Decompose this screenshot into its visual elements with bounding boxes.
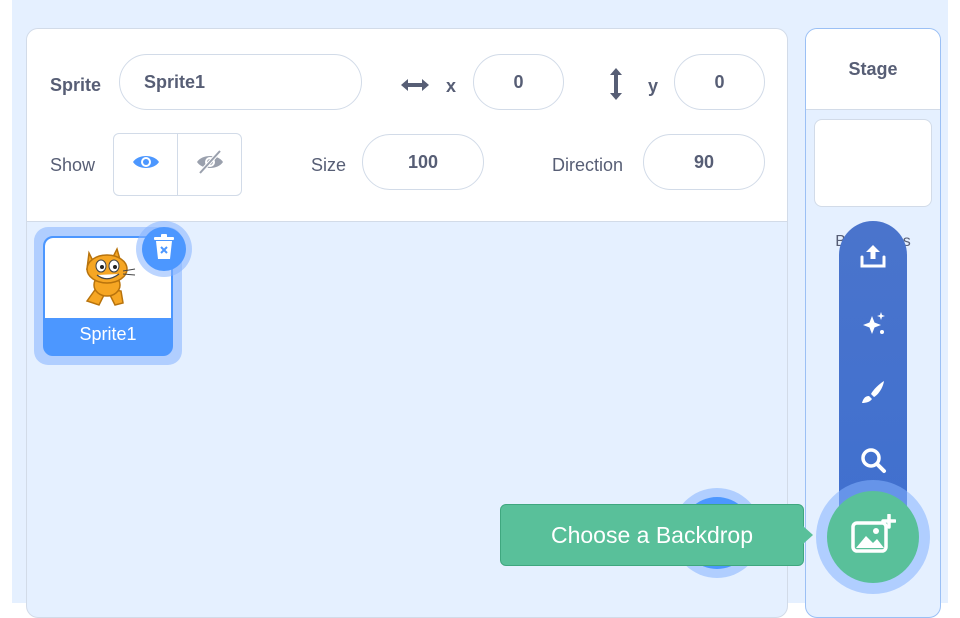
choose-backdrop-highlight	[816, 480, 930, 594]
add-backdrop-icon	[850, 512, 897, 561]
show-toggle-group	[113, 133, 242, 196]
delete-sprite-button[interactable]	[142, 227, 186, 271]
surprise-icon	[859, 310, 887, 343]
delete-sprite-highlight	[136, 221, 192, 277]
stage-thumbnail[interactable]	[814, 119, 932, 207]
y-input[interactable]: 0	[674, 54, 765, 110]
show-visible-button[interactable]	[114, 134, 177, 195]
vertical-arrows-icon	[606, 67, 626, 106]
y-label: y	[648, 76, 659, 96]
x-label: x	[446, 76, 457, 96]
direction-label: Direction	[552, 155, 624, 175]
paint-backdrop-button[interactable]	[839, 369, 907, 419]
size-label: Size	[311, 155, 347, 175]
paint-icon	[859, 378, 887, 411]
search-icon	[859, 446, 887, 479]
eye-icon	[131, 151, 161, 178]
sprite-tile-name: Sprite1	[79, 324, 137, 344]
backdrop-menu	[839, 221, 907, 521]
trash-icon	[153, 233, 175, 265]
stage-title[interactable]: Stage	[806, 29, 940, 110]
choose-backdrop-tooltip: Choose a Backdrop	[500, 504, 804, 566]
surprise-backdrop-button[interactable]	[839, 301, 907, 351]
sprite-label: Sprite	[50, 75, 102, 95]
x-input[interactable]: 0	[473, 54, 564, 110]
sprite-name-input[interactable]: Sprite1	[119, 54, 362, 110]
upload-backdrop-button[interactable]	[839, 233, 907, 283]
sprite-info-panel: Sprite Sprite1 x 0 y 0 Show Size 100 Dir…	[27, 29, 787, 222]
tooltip-arrow	[803, 526, 813, 544]
upload-icon	[859, 242, 887, 275]
eye-slash-icon	[195, 149, 225, 180]
direction-input[interactable]: 90	[643, 134, 765, 190]
show-hidden-button[interactable]	[177, 134, 241, 195]
size-input[interactable]: 100	[362, 134, 484, 190]
horizontal-arrows-icon	[399, 75, 431, 100]
cat-sprite-icon	[77, 243, 139, 314]
show-label: Show	[50, 155, 96, 175]
choose-backdrop-button[interactable]	[827, 491, 919, 583]
